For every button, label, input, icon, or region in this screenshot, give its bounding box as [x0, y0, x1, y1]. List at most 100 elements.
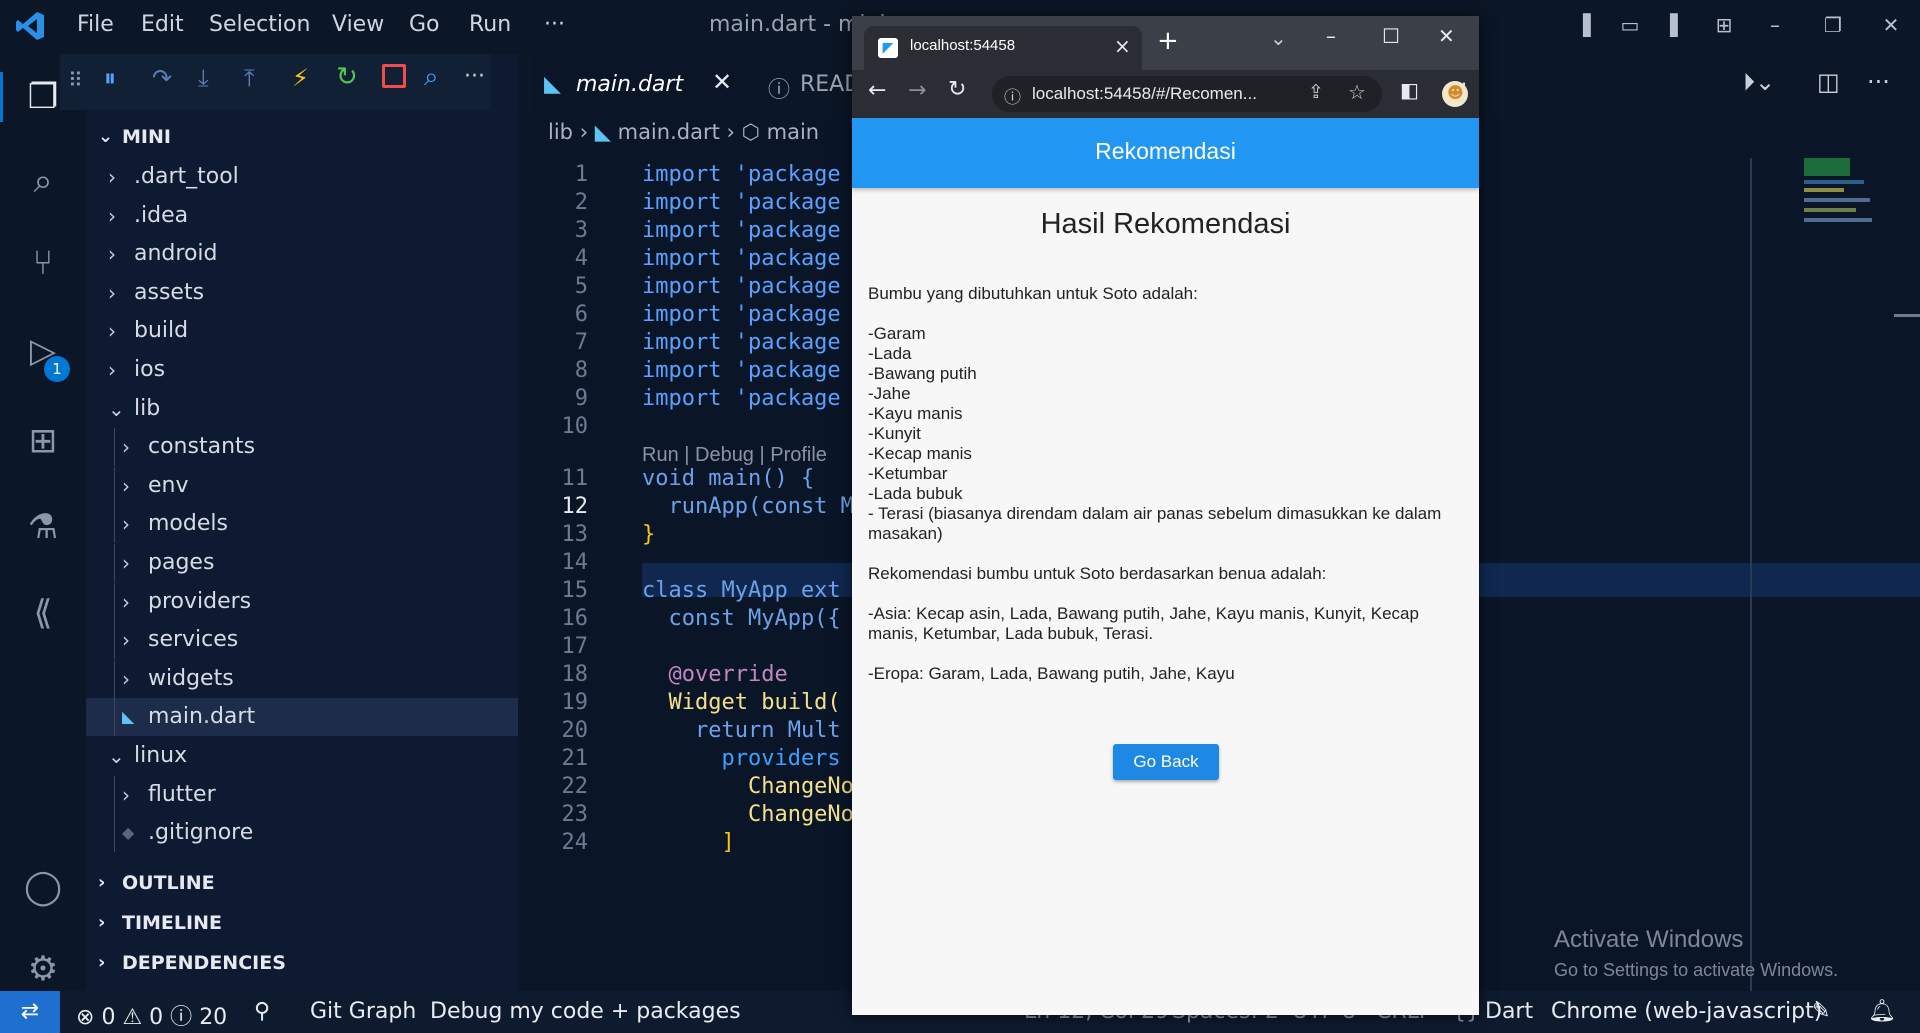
testing-icon[interactable]: ⚗	[18, 502, 68, 552]
bookmark-star-icon[interactable]: ☆	[1348, 80, 1366, 104]
breadcrumb-file[interactable]: main.dart	[618, 120, 720, 144]
git-graph-button[interactable]: Git Graph	[310, 999, 416, 1024]
step-over-icon[interactable]: ↷	[152, 64, 172, 92]
asia-text: -Asia: Kecap asin, Lada, Bawang putih, J…	[868, 604, 1419, 643]
stop-icon[interactable]	[382, 64, 406, 88]
customize-layout-icon[interactable]: ⊞	[1711, 12, 1737, 38]
folder-item[interactable]: › .idea	[86, 197, 518, 235]
folder-item[interactable]: ⌄ lib	[86, 390, 518, 428]
back-icon[interactable]: ←	[868, 78, 886, 103]
close-window-icon[interactable]: ✕	[1878, 12, 1904, 38]
chevron-right-icon: ›	[122, 473, 130, 498]
problems-indicator[interactable]: ⊗ 0 ⚠ 0 ⓘ 20	[76, 999, 227, 1031]
debug-target-icon[interactable]: ⚲	[254, 999, 270, 1024]
folder-item[interactable]: › models	[86, 505, 518, 544]
chrome-toolbar: ← → ↻ ⓘ localhost:54458/#/Recomen... ⇪ ☆…	[852, 70, 1479, 118]
forward-icon[interactable]: →	[908, 78, 926, 103]
info-icon: ⓘ	[768, 78, 791, 103]
tab-search-chevron-icon[interactable]: ⌄	[1270, 26, 1287, 50]
restart-icon[interactable]: ↻	[336, 62, 358, 92]
remote-indicator[interactable]: ⇄	[0, 991, 60, 1033]
file-item[interactable]: ◆ .gitignore	[86, 814, 518, 853]
pause-icon[interactable]: ⏸	[104, 64, 116, 92]
editor-more-icon[interactable]: ···	[1867, 68, 1890, 96]
go-back-button[interactable]: Go Back	[1113, 744, 1219, 780]
codelens-text[interactable]: Run | Debug | Profile	[642, 438, 827, 472]
address-bar[interactable]: ⓘ localhost:54458/#/Recomen... ⇪ ☆	[992, 76, 1382, 112]
chevron-right-icon: ›	[122, 628, 130, 653]
search-icon[interactable]: ⌕	[18, 156, 68, 206]
dependencies-label: DEPENDENCIES	[122, 952, 286, 974]
minimize-icon[interactable]: –	[1762, 12, 1788, 38]
chrome-close-icon[interactable]: ✕	[1438, 24, 1455, 48]
new-tab-icon[interactable]: +	[1157, 26, 1179, 56]
flutter-icon[interactable]: ⟪	[18, 588, 68, 638]
drag-handle-icon[interactable]: ⠿	[68, 68, 83, 92]
toggle-panel-icon[interactable]: ▭	[1617, 12, 1643, 38]
debug-more-icon[interactable]: ···	[464, 64, 485, 89]
chrome-tab-title: localhost:54458	[910, 37, 1016, 54]
step-out-icon[interactable]: ⤒	[244, 64, 255, 92]
chrome-minimize-icon[interactable]: –	[1326, 24, 1336, 48]
menu-edit[interactable]: Edit	[141, 12, 184, 37]
folder-item[interactable]: › flutter	[86, 775, 518, 814]
folder-item[interactable]: ⌄ linux	[86, 737, 518, 775]
outline-section[interactable]: › OUTLINE	[86, 864, 518, 902]
hot-reload-icon[interactable]: ⚡	[292, 64, 309, 92]
debug-mode-button[interactable]: Debug my code + packages	[430, 999, 741, 1024]
toggle-primary-sidebar-icon[interactable]: ▐	[1570, 12, 1596, 38]
folder-item[interactable]: › .dart_tool	[86, 158, 518, 196]
folder-item[interactable]: › build	[86, 312, 518, 350]
side-panel-icon[interactable]: ◧	[1400, 78, 1419, 102]
tab-close-icon[interactable]: ✕	[712, 68, 732, 96]
breadcrumb-symbol[interactable]: main	[767, 120, 819, 144]
chrome-maximize-icon[interactable]: ☐	[1382, 24, 1400, 48]
step-into-icon[interactable]: ⤓	[198, 64, 209, 92]
editor-actions: ⏵⌄ ◫ ···	[1743, 68, 1913, 104]
scrollbar-thumb[interactable]	[1894, 314, 1920, 317]
menu-more[interactable]: ···	[544, 12, 565, 37]
toggle-secondary-sidebar-icon[interactable]: ▌	[1665, 12, 1691, 38]
source-control-icon[interactable]: ⑂	[18, 238, 68, 288]
split-editor-icon[interactable]: ◫	[1817, 68, 1840, 96]
accounts-icon[interactable]: ◯	[18, 862, 68, 912]
menu-run[interactable]: Run	[469, 12, 511, 37]
folder-item[interactable]: › widgets	[86, 659, 518, 698]
device-selector[interactable]: Chrome (web-javascript)	[1551, 999, 1822, 1024]
activate-windows-subtitle: Go to Settings to activate Windows.	[1554, 960, 1839, 980]
file-item[interactable]: ◣ main.dart	[86, 698, 518, 737]
devtools-icon[interactable]: ⌕	[424, 62, 439, 93]
folder-item[interactable]: › pages	[86, 544, 518, 582]
breadcrumb-lib[interactable]: lib	[548, 120, 573, 144]
folder-item[interactable]: › ios	[86, 351, 518, 389]
share-icon[interactable]: ⇪	[1308, 81, 1324, 103]
folder-item[interactable]: › android	[86, 235, 518, 273]
feedback-icon[interactable]: ✎	[1812, 999, 1830, 1024]
run-dropdown-icon[interactable]: ⏵⌄	[1743, 68, 1775, 96]
language-mode[interactable]: Dart	[1485, 999, 1533, 1024]
notifications-bell-icon[interactable]: 🔔︎	[1868, 999, 1896, 1024]
chrome-tab[interactable]: ◤ localhost:54458 ×	[864, 26, 1142, 70]
menu-go[interactable]: Go	[409, 12, 440, 37]
folder-item[interactable]: › assets	[86, 274, 518, 312]
menu-view[interactable]: View	[332, 12, 384, 37]
menu-selection[interactable]: Selection	[209, 12, 310, 37]
chrome-menu-icon[interactable]: ⋮	[1454, 78, 1474, 102]
menu-file[interactable]: File	[77, 12, 114, 37]
extensions-icon[interactable]: ⊞	[18, 416, 68, 466]
folder-item[interactable]: › providers	[86, 582, 518, 621]
tab-main-dart[interactable]: ◣ main.dart ✕	[532, 54, 752, 118]
tree-item-label: providers	[148, 588, 252, 614]
chrome-tab-close-icon[interactable]: ×	[1114, 34, 1131, 58]
site-info-icon[interactable]: ⓘ	[1004, 83, 1021, 108]
restore-icon[interactable]: ❐	[1820, 12, 1846, 38]
folder-item[interactable]: › services	[86, 621, 518, 660]
explorer-root[interactable]: ⌄ MINI	[86, 118, 518, 156]
tree-item-label: linux	[134, 743, 188, 768]
folder-item[interactable]: › constants	[86, 428, 518, 467]
dependencies-section[interactable]: › DEPENDENCIES	[86, 944, 518, 982]
timeline-section[interactable]: › TIMELINE	[86, 904, 518, 942]
folder-item[interactable]: › env	[86, 466, 518, 505]
manage-gear-icon[interactable]: ⚙	[18, 944, 68, 994]
reload-icon[interactable]: ↻	[948, 77, 966, 102]
